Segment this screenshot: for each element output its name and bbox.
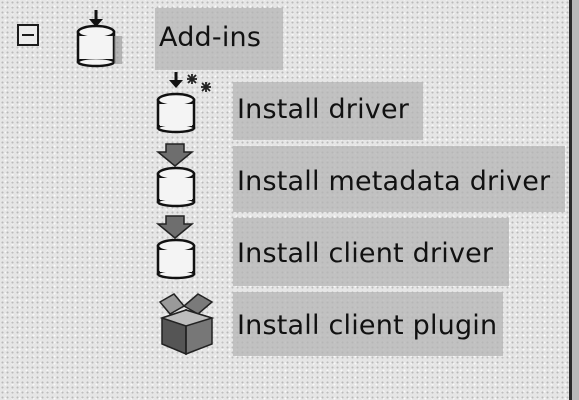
tree-root-add-ins[interactable]: Add-ins	[159, 24, 261, 51]
tree-item-install-client-driver[interactable]: Install client driver	[237, 240, 493, 267]
tree-panel: Add-ins Install driver Install metadata …	[0, 0, 569, 400]
tree-item-install-metadata-driver[interactable]: Install metadata driver	[237, 168, 550, 195]
package-box-icon	[158, 293, 215, 356]
tree-item-install-driver[interactable]: Install driver	[237, 96, 409, 123]
database-install-icon	[76, 10, 122, 68]
database-arrow-icon	[155, 215, 196, 280]
collapse-toggle[interactable]	[17, 24, 39, 46]
tree-item-install-client-plugin[interactable]: Install client plugin	[237, 312, 497, 339]
database-arrow-icon	[155, 143, 196, 208]
database-install-sparkle-icon	[156, 72, 211, 134]
scrollbar[interactable]	[569, 0, 579, 400]
